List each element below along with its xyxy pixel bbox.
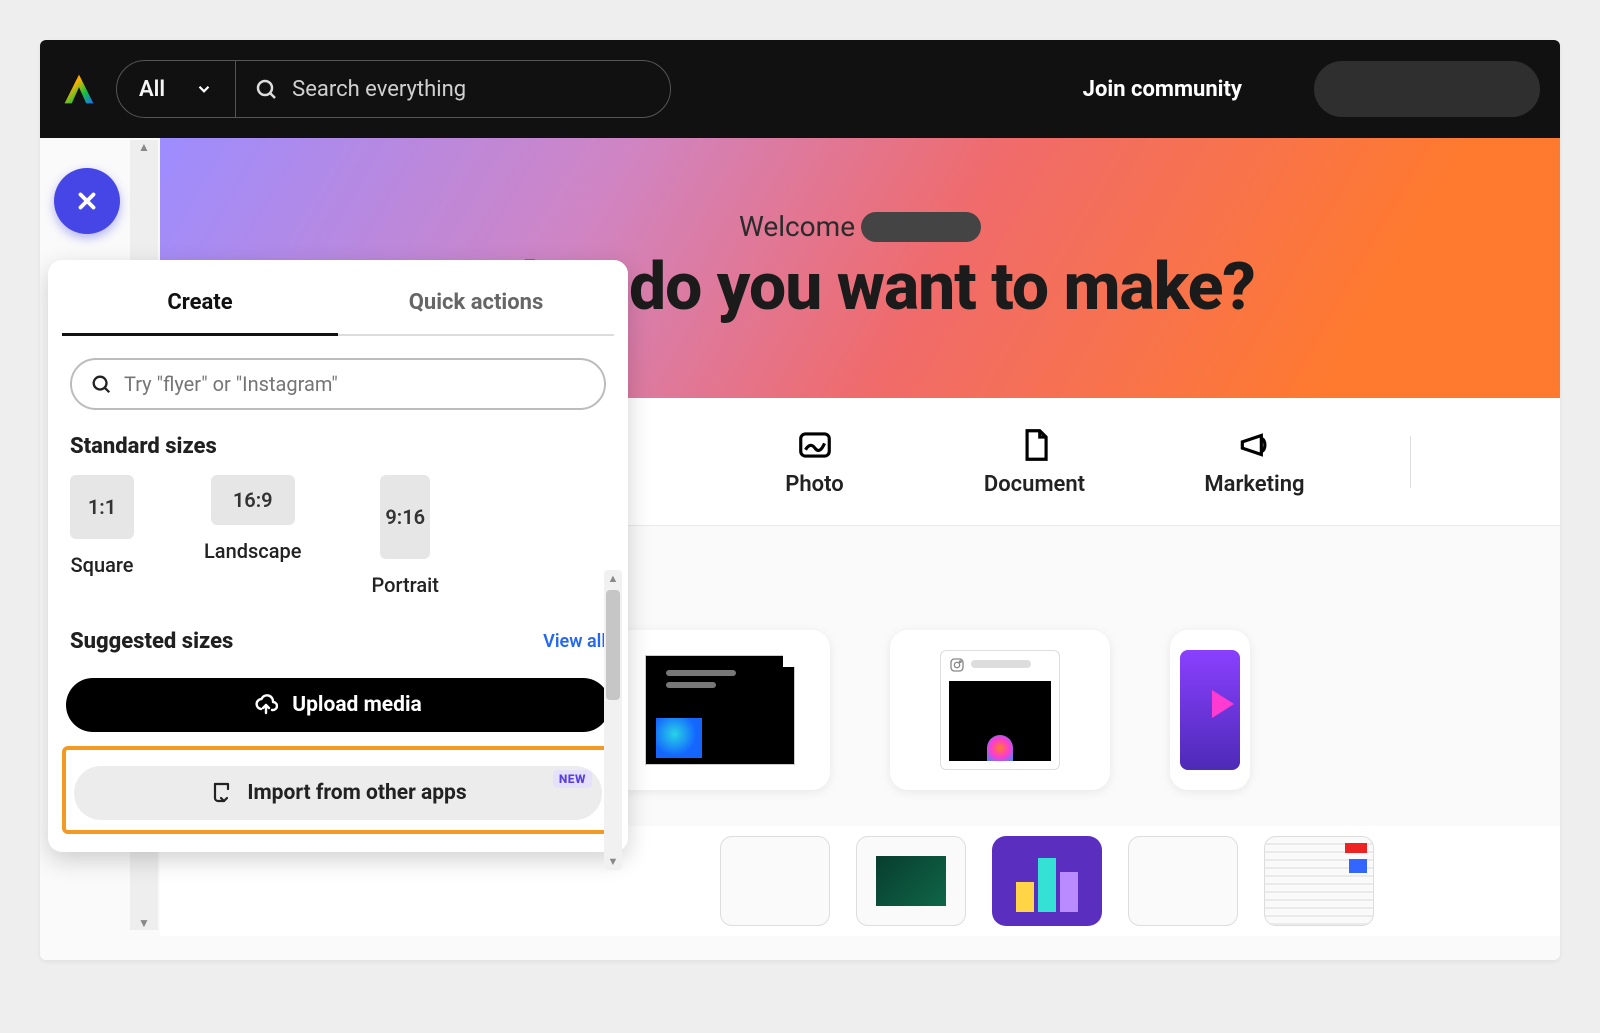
panel-search-input[interactable] xyxy=(124,372,586,396)
panel-scrollbar[interactable]: ▲ ▼ xyxy=(604,570,622,870)
filter-dropdown[interactable]: All xyxy=(117,61,236,117)
user-name-redacted xyxy=(861,212,981,242)
upload-icon xyxy=(254,693,278,717)
new-badge: NEW xyxy=(553,770,592,788)
tab-create[interactable]: Create xyxy=(62,280,338,336)
search-group: All xyxy=(116,60,671,118)
recent-thumb[interactable] xyxy=(856,836,966,926)
scroll-up-arrow-icon[interactable]: ▲ xyxy=(130,140,158,154)
close-panel-button[interactable] xyxy=(54,168,120,234)
import-icon xyxy=(209,781,233,805)
template-card[interactable] xyxy=(890,630,1110,790)
close-icon xyxy=(74,188,100,214)
suggested-sizes-heading: Suggested sizes xyxy=(70,629,233,654)
join-community-button[interactable]: Join community xyxy=(1049,63,1276,116)
category-photo[interactable]: Photo xyxy=(750,426,880,497)
app-logo xyxy=(60,70,98,108)
recent-thumb[interactable] xyxy=(992,836,1102,926)
category-document[interactable]: Document xyxy=(970,426,1100,497)
global-search[interactable] xyxy=(236,61,670,117)
scroll-down-arrow-icon[interactable]: ▼ xyxy=(604,855,622,868)
template-card[interactable] xyxy=(610,630,830,790)
ratio-chip: 9:16 xyxy=(380,475,430,559)
document-icon xyxy=(1016,426,1054,464)
search-input[interactable] xyxy=(292,77,652,102)
search-icon xyxy=(254,77,278,101)
template-card[interactable] xyxy=(1170,630,1250,790)
view-all-link[interactable]: View all xyxy=(543,631,606,652)
top-bar: All Join community xyxy=(40,40,1560,138)
recent-thumb[interactable] xyxy=(1264,836,1374,926)
marketing-icon xyxy=(1236,426,1274,464)
standard-sizes-heading: Standard sizes xyxy=(70,434,606,459)
size-landscape[interactable]: 16:9 Landscape xyxy=(204,475,301,597)
recent-thumb[interactable] xyxy=(720,836,830,926)
category-marketing[interactable]: Marketing xyxy=(1190,426,1320,497)
create-panel: Create Quick actions Standard sizes 1:1 … xyxy=(48,260,628,852)
ratio-chip: 16:9 xyxy=(211,475,295,525)
size-square[interactable]: 1:1 Square xyxy=(70,475,134,597)
ratio-chip: 1:1 xyxy=(70,475,134,539)
scroll-up-arrow-icon[interactable]: ▲ xyxy=(604,572,622,585)
panel-search[interactable] xyxy=(70,358,606,410)
chevron-down-icon xyxy=(195,80,213,98)
header-button-placeholder xyxy=(1314,61,1540,117)
filter-label: All xyxy=(139,77,165,102)
import-highlight: Import from other apps NEW xyxy=(62,746,614,834)
recent-thumb[interactable] xyxy=(1128,836,1238,926)
size-portrait[interactable]: 9:16 Portrait xyxy=(371,475,438,597)
photo-icon xyxy=(796,426,834,464)
import-from-apps-button[interactable]: Import from other apps NEW xyxy=(74,766,602,820)
upload-media-button[interactable]: Upload media xyxy=(66,678,610,732)
panel-tabs: Create Quick actions xyxy=(62,280,614,336)
standard-sizes-row: 1:1 Square 16:9 Landscape 9:16 Portrait xyxy=(62,475,614,625)
welcome-text: Welcome xyxy=(739,210,855,243)
search-icon xyxy=(90,373,112,395)
tab-quick-actions[interactable]: Quick actions xyxy=(338,280,614,334)
scroll-thumb[interactable] xyxy=(606,590,620,700)
category-separator xyxy=(1410,436,1411,488)
scroll-down-arrow-icon[interactable]: ▼ xyxy=(130,916,158,930)
